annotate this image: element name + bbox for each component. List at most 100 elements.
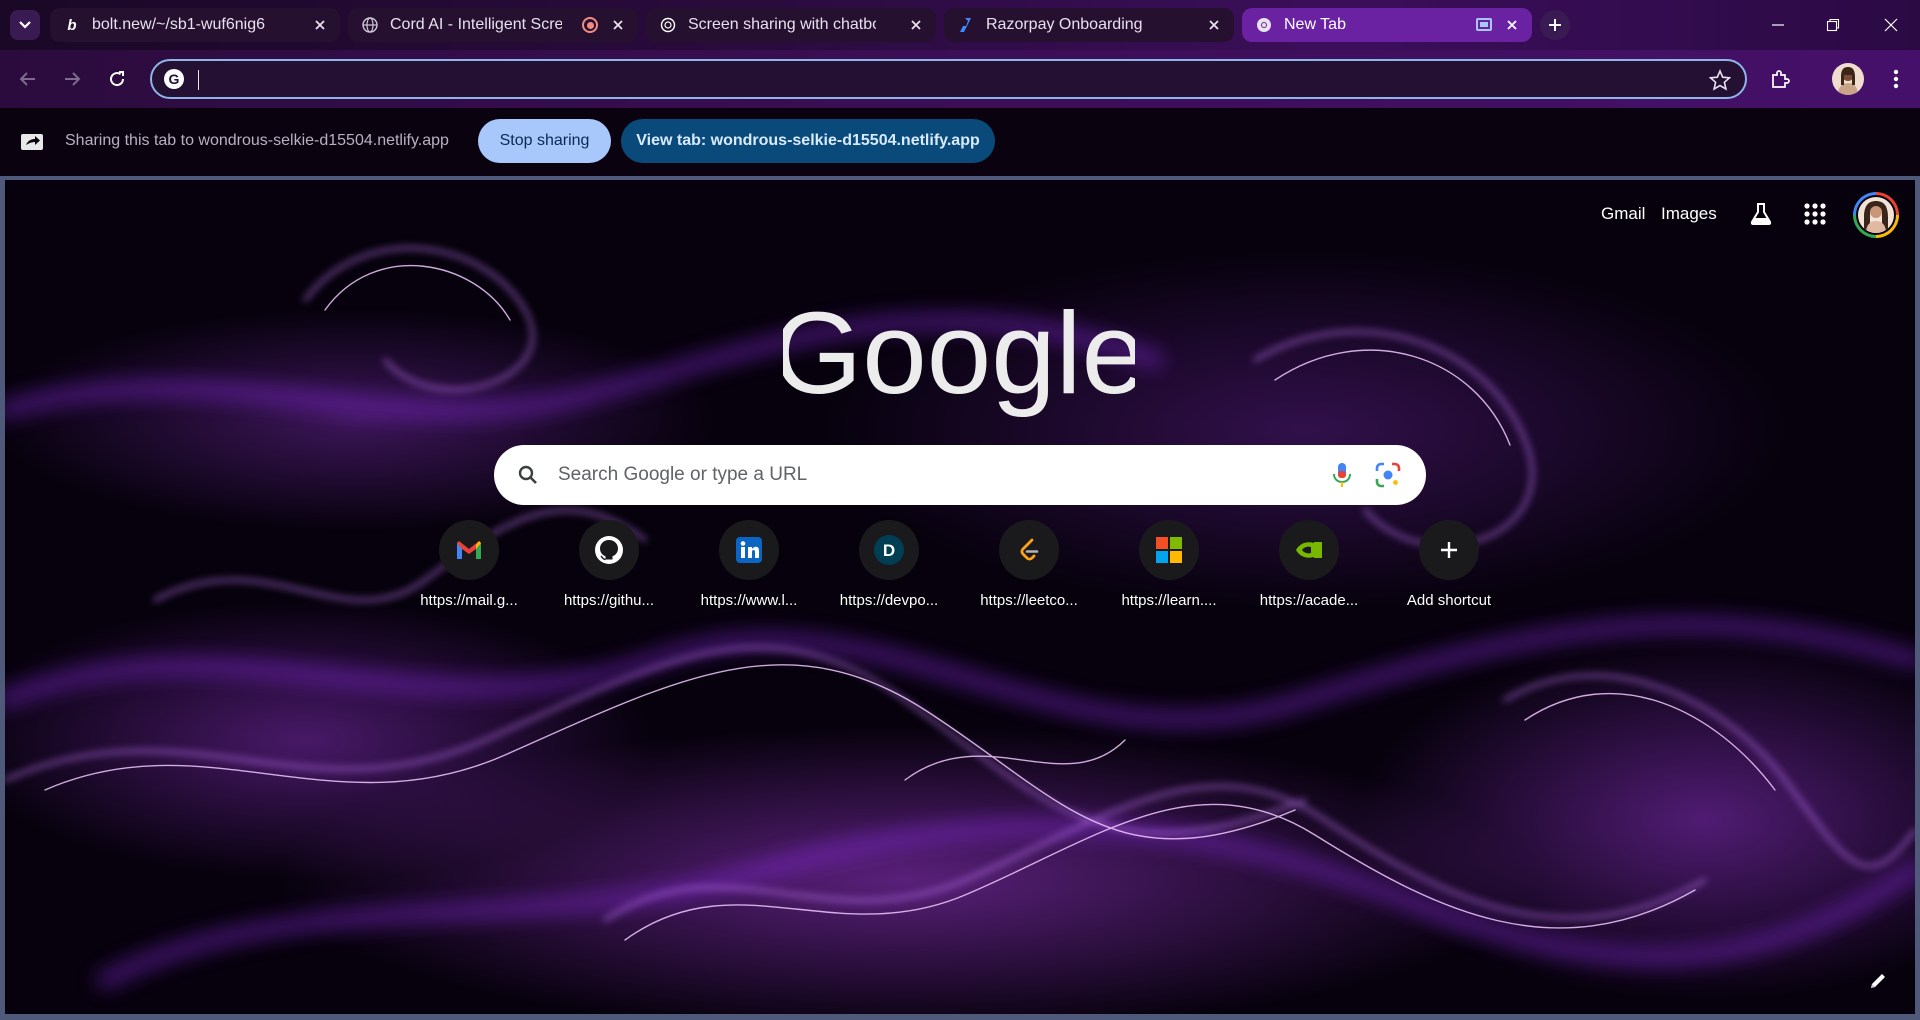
tab-strip: b bolt.new/~/sb1-wuf6nig6 Cord AI - Inte… xyxy=(0,0,1920,50)
shared-tab-frame: Gmail Images Google Search Google or typ… xyxy=(0,176,1920,1020)
tab-screen-sharing-chatbot[interactable]: Screen sharing with chatbot xyxy=(646,8,936,42)
tab-title: New Tab xyxy=(1284,16,1346,33)
new-tab-page: Gmail Images Google Search Google or typ… xyxy=(5,180,1915,1014)
svg-text:Google: Google xyxy=(783,298,1135,418)
shortcut-tile[interactable]: https://www.l... xyxy=(679,520,819,630)
stop-sharing-button[interactable]: Stop sharing xyxy=(478,119,611,163)
new-tab-button[interactable] xyxy=(1540,10,1570,40)
google-apps-icon[interactable] xyxy=(1801,200,1829,228)
close-icon[interactable] xyxy=(906,15,926,35)
recording-icon xyxy=(582,17,598,33)
plus-icon xyxy=(1441,542,1457,558)
shortcut-icon-circle xyxy=(579,520,639,580)
close-window-button[interactable] xyxy=(1878,12,1904,38)
add-shortcut-button[interactable]: Add shortcut xyxy=(1379,520,1519,630)
shortcut-tile[interactable]: https://leetco... xyxy=(959,520,1099,630)
kebab-menu-icon xyxy=(1893,69,1899,89)
nvidia-icon xyxy=(1296,542,1322,558)
images-link[interactable]: Images xyxy=(1661,204,1717,224)
profile-avatar[interactable] xyxy=(1832,63,1864,95)
menu-button[interactable] xyxy=(1882,65,1910,93)
back-button[interactable] xyxy=(14,65,42,93)
chevron-down-icon xyxy=(19,21,31,29)
shortcut-label: https://leetco... xyxy=(980,592,1078,609)
shortcut-icon-circle: D xyxy=(859,520,919,580)
forward-button[interactable] xyxy=(58,65,86,93)
shortcut-label: https://devpo... xyxy=(839,592,939,609)
avatar-icon xyxy=(1838,67,1858,95)
svg-text:G: G xyxy=(169,71,180,87)
shortcut-icon-circle xyxy=(1279,520,1339,580)
chatgpt-icon xyxy=(660,17,676,33)
view-tab-button[interactable]: View tab: wondrous-selkie-d15504.netlify… xyxy=(621,119,995,163)
tab-title: bolt.new/~/sb1-wuf6nig6 xyxy=(92,16,265,33)
bookmark-star-icon[interactable] xyxy=(1709,69,1731,91)
labs-flask-icon[interactable] xyxy=(1747,200,1775,228)
shortcut-icon-circle xyxy=(1139,520,1199,580)
customize-chrome-button[interactable] xyxy=(1863,966,1893,996)
shortcut-icon-circle xyxy=(999,520,1059,580)
shortcut-tile[interactable]: https://githu... xyxy=(539,520,679,630)
shortcut-icon-circle xyxy=(1419,520,1479,580)
google-logo: Google xyxy=(783,298,1135,418)
google-lens-icon[interactable] xyxy=(1374,461,1402,489)
bolt-b-icon: b xyxy=(67,16,77,34)
reload-icon xyxy=(110,71,125,87)
shortcut-label: Add shortcut xyxy=(1406,592,1492,609)
screen-share-icon xyxy=(1476,18,1492,31)
address-bar[interactable]: G xyxy=(150,59,1747,99)
shortcut-icon-circle xyxy=(719,520,779,580)
restore-button[interactable] xyxy=(1820,12,1846,38)
shortcut-icon-circle xyxy=(439,520,499,580)
shortcut-label: https://mail.g... xyxy=(420,592,518,609)
shortcut-label: https://githu... xyxy=(563,592,655,609)
voice-search-icon[interactable] xyxy=(1330,461,1354,489)
pencil-icon xyxy=(1871,974,1885,988)
shortcut-tile[interactable]: D https://devpo... xyxy=(819,520,959,630)
tab-new-tab[interactable]: New Tab xyxy=(1242,8,1532,42)
tab-bolt[interactable]: b bolt.new/~/sb1-wuf6nig6 xyxy=(50,8,340,42)
tab-sharing-bar: Sharing this tab to wondrous-selkie-d155… xyxy=(0,108,1920,176)
close-icon[interactable] xyxy=(608,15,628,35)
sharing-message: Sharing this tab to wondrous-selkie-d155… xyxy=(65,132,449,149)
tab-razorpay[interactable]: Razorpay Onboarding xyxy=(944,8,1234,42)
microsoft-icon xyxy=(1156,537,1182,563)
close-icon xyxy=(1884,18,1898,32)
extensions-button[interactable] xyxy=(1766,65,1794,93)
search-placeholder: Search Google or type a URL xyxy=(558,464,808,485)
tab-cord-ai[interactable]: Cord AI - Intelligent Screen xyxy=(348,8,638,42)
puzzle-icon xyxy=(1772,70,1790,88)
shortcut-tile[interactable]: https://acade... xyxy=(1239,520,1379,630)
shortcut-label: https://learn.... xyxy=(1121,592,1217,609)
linkedin-icon xyxy=(736,537,762,563)
arrow-left-icon xyxy=(19,72,35,86)
reload-button[interactable] xyxy=(103,65,131,93)
close-icon[interactable] xyxy=(310,15,330,35)
plus-icon xyxy=(1549,19,1561,31)
leetcode-icon xyxy=(1020,538,1039,561)
shortcut-tile[interactable]: https://learn.... xyxy=(1099,520,1239,630)
minimize-button[interactable] xyxy=(1765,12,1791,38)
search-icon xyxy=(518,465,537,484)
gmail-icon xyxy=(457,541,481,559)
address-input[interactable] xyxy=(200,65,1600,93)
devpost-icon: D xyxy=(874,535,904,565)
screen-share-icon xyxy=(21,134,43,150)
gmail-link[interactable]: Gmail xyxy=(1601,204,1645,224)
google-g-icon: G xyxy=(164,69,184,89)
tab-title: Cord AI - Intelligent Screen xyxy=(390,16,562,33)
tab-title: Screen sharing with chatbot xyxy=(688,16,876,33)
close-icon[interactable] xyxy=(1502,15,1522,35)
browser-toolbar: G xyxy=(0,50,1920,108)
razorpay-icon xyxy=(958,17,974,33)
shortcut-label: https://www.l... xyxy=(700,592,798,609)
google-search-box[interactable]: Search Google or type a URL xyxy=(494,445,1426,505)
close-icon[interactable] xyxy=(1204,15,1224,35)
minimize-icon xyxy=(1772,24,1784,26)
shortcut-tile[interactable]: https://mail.g... xyxy=(399,520,539,630)
svg-text:D: D xyxy=(883,541,895,560)
shortcut-label: https://acade... xyxy=(1259,592,1359,609)
account-avatar[interactable] xyxy=(1853,192,1899,238)
github-icon xyxy=(595,536,623,564)
tab-search-button[interactable] xyxy=(10,10,40,40)
